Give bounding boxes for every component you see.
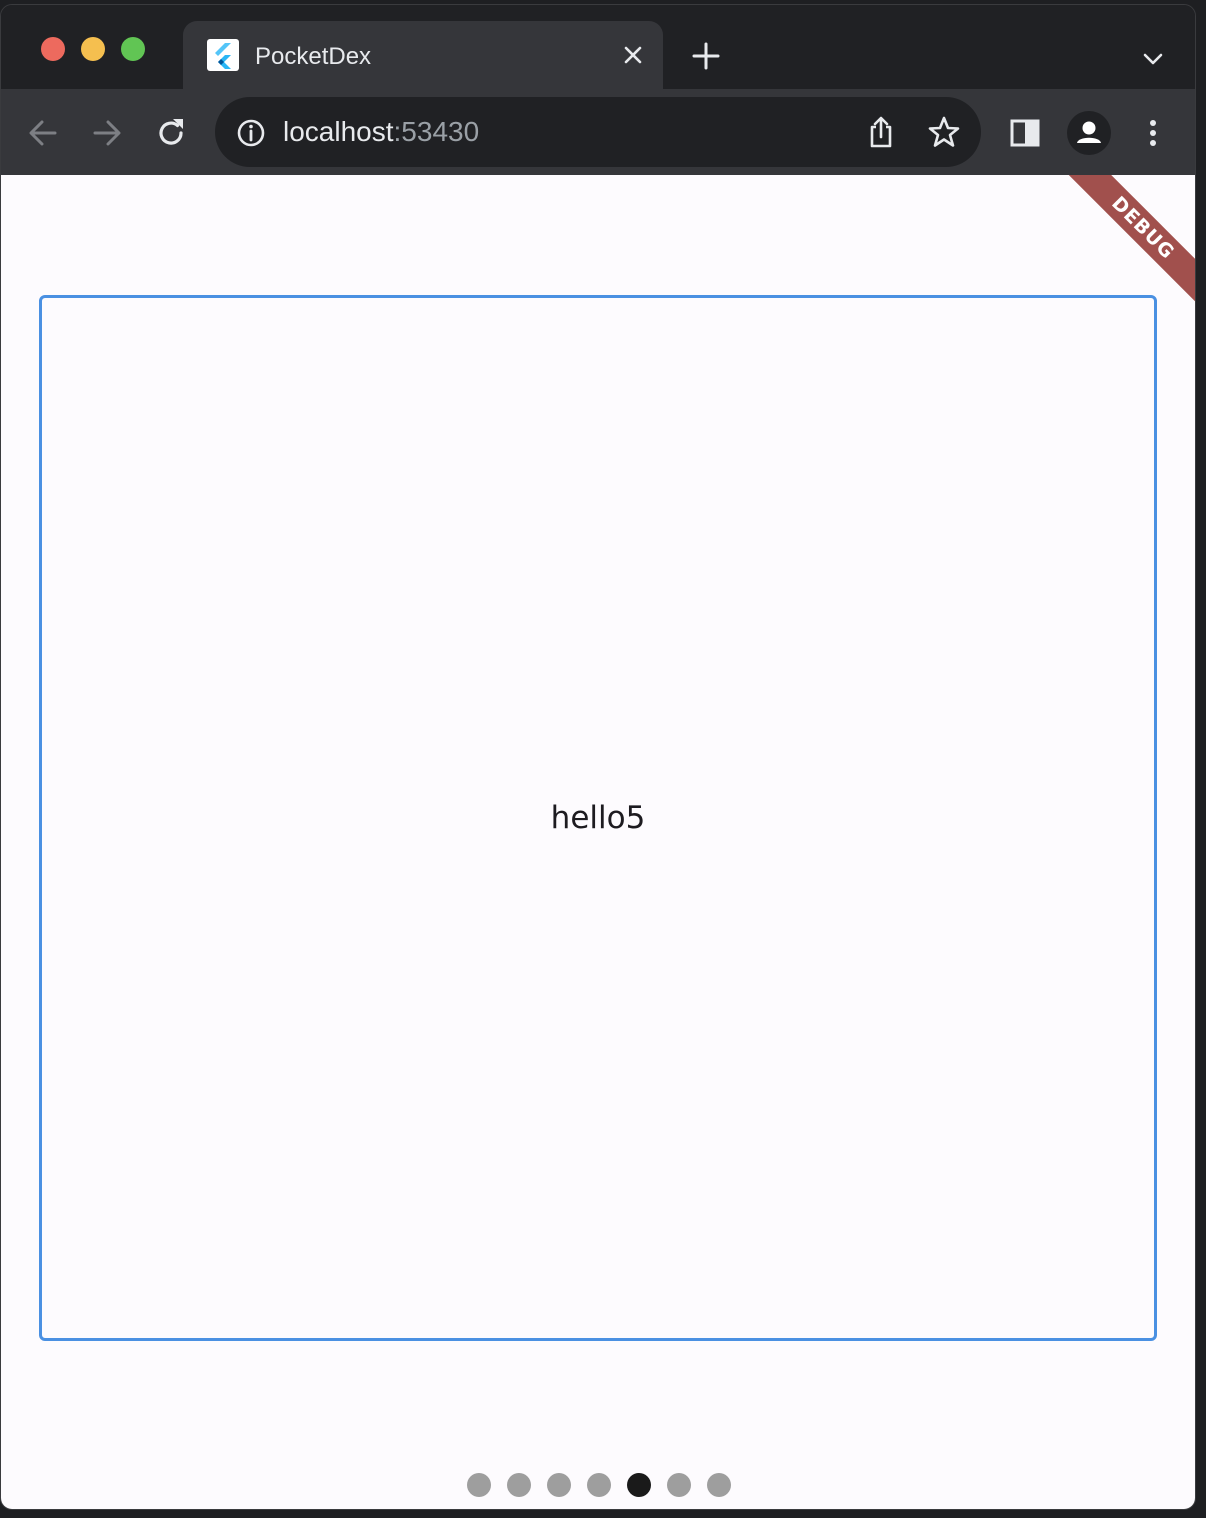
menu-button[interactable] <box>1135 115 1171 151</box>
close-icon[interactable] <box>621 43 645 67</box>
browser-toolbar: localhost:53430 <box>1 89 1195 175</box>
profile-icon <box>1077 121 1101 143</box>
page-dot[interactable] <box>707 1473 731 1497</box>
tab-title: PocketDex <box>255 43 372 70</box>
tab-pocketdex[interactable]: PocketDex <box>183 21 663 91</box>
tab-strip: PocketDex <box>1 5 1195 91</box>
page-indicator <box>1 1473 1195 1497</box>
arrow-left-icon <box>29 120 57 146</box>
carousel-card[interactable]: hello5 <box>39 295 1157 1341</box>
star-icon[interactable] <box>927 115 961 149</box>
reload-icon <box>159 119 183 145</box>
flutter-favicon-icon <box>207 39 239 71</box>
share-icon[interactable] <box>865 115 897 149</box>
back-button[interactable] <box>25 115 61 151</box>
tab-search-button[interactable] <box>1141 47 1165 71</box>
desktop-edge <box>1196 0 1206 1518</box>
reload-button[interactable] <box>153 115 189 151</box>
browser-window: PocketDex localhost:53430 DEBUG hello5 <box>0 4 1196 1510</box>
kebab-menu-icon <box>1150 120 1156 146</box>
info-icon[interactable] <box>235 117 267 149</box>
side-panel-button[interactable] <box>1007 115 1043 151</box>
profile-button[interactable] <box>1067 111 1111 155</box>
page-dot[interactable] <box>667 1473 691 1497</box>
arrow-right-icon <box>93 120 121 146</box>
url-host: localhost <box>283 116 394 147</box>
page-dot[interactable] <box>547 1473 571 1497</box>
new-tab-button[interactable] <box>691 41 721 71</box>
page-dot[interactable] <box>507 1473 531 1497</box>
page-dot-active[interactable] <box>627 1473 651 1497</box>
url-port: :53430 <box>393 116 480 147</box>
side-panel-icon <box>1010 119 1040 147</box>
plus-icon <box>692 42 720 70</box>
page-dot[interactable] <box>467 1473 491 1497</box>
address-bar[interactable]: localhost:53430 <box>215 97 981 167</box>
card-text: hello5 <box>550 800 646 836</box>
url-text: localhost:53430 <box>283 115 479 149</box>
minimize-window-button[interactable] <box>81 37 105 61</box>
forward-button[interactable] <box>89 115 125 151</box>
page-dot[interactable] <box>587 1473 611 1497</box>
page-content: DEBUG hello5 <box>1 175 1195 1509</box>
chevron-down-icon <box>1143 53 1163 65</box>
close-window-button[interactable] <box>41 37 65 61</box>
maximize-window-button[interactable] <box>121 37 145 61</box>
